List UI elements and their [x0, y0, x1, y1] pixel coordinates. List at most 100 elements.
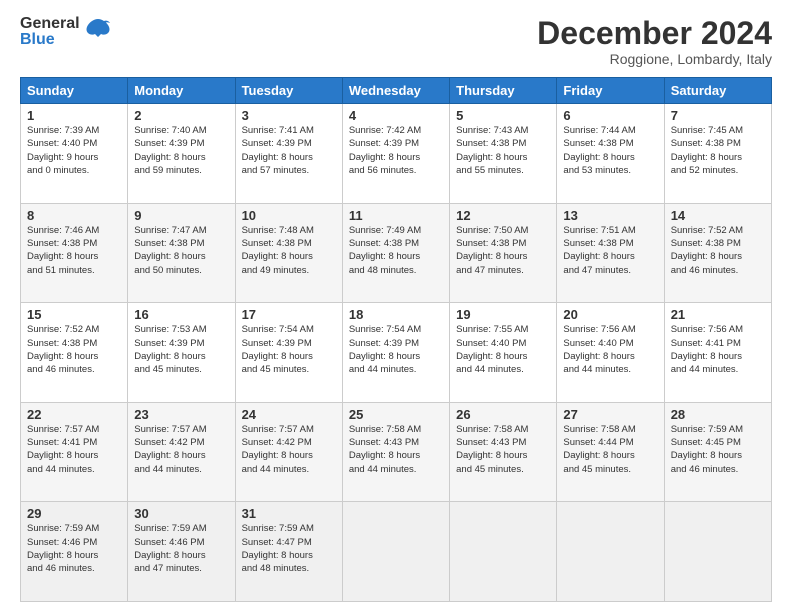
logo-text: General Blue [20, 16, 80, 48]
col-header-saturday: Saturday [664, 78, 771, 104]
day-info: Sunrise: 7:54 AMSunset: 4:39 PMDaylight:… [349, 323, 443, 376]
day-number: 12 [456, 208, 550, 223]
day-info: Sunrise: 7:56 AMSunset: 4:41 PMDaylight:… [671, 323, 765, 376]
day-info: Sunrise: 7:40 AMSunset: 4:39 PMDaylight:… [134, 124, 228, 177]
day-number: 24 [242, 407, 336, 422]
day-number: 21 [671, 307, 765, 322]
title-area: December 2024 Roggione, Lombardy, Italy [537, 16, 772, 67]
calendar-header-row: SundayMondayTuesdayWednesdayThursdayFrid… [21, 78, 772, 104]
week-row-4: 22Sunrise: 7:57 AMSunset: 4:41 PMDayligh… [21, 402, 772, 502]
location-title: Roggione, Lombardy, Italy [537, 51, 772, 67]
day-number: 17 [242, 307, 336, 322]
calendar-cell [342, 502, 449, 602]
day-info: Sunrise: 7:45 AMSunset: 4:38 PMDaylight:… [671, 124, 765, 177]
calendar-cell: 1Sunrise: 7:39 AMSunset: 4:40 PMDaylight… [21, 104, 128, 204]
day-number: 3 [242, 108, 336, 123]
calendar-cell: 13Sunrise: 7:51 AMSunset: 4:38 PMDayligh… [557, 203, 664, 303]
calendar-cell: 30Sunrise: 7:59 AMSunset: 4:46 PMDayligh… [128, 502, 235, 602]
day-info: Sunrise: 7:59 AMSunset: 4:46 PMDaylight:… [27, 522, 121, 575]
calendar-cell: 10Sunrise: 7:48 AMSunset: 4:38 PMDayligh… [235, 203, 342, 303]
day-number: 28 [671, 407, 765, 422]
day-number: 8 [27, 208, 121, 223]
day-info: Sunrise: 7:59 AMSunset: 4:45 PMDaylight:… [671, 423, 765, 476]
calendar-cell: 9Sunrise: 7:47 AMSunset: 4:38 PMDaylight… [128, 203, 235, 303]
calendar-cell: 22Sunrise: 7:57 AMSunset: 4:41 PMDayligh… [21, 402, 128, 502]
calendar-cell: 5Sunrise: 7:43 AMSunset: 4:38 PMDaylight… [450, 104, 557, 204]
calendar-cell [450, 502, 557, 602]
day-number: 23 [134, 407, 228, 422]
calendar-cell: 18Sunrise: 7:54 AMSunset: 4:39 PMDayligh… [342, 303, 449, 403]
day-number: 7 [671, 108, 765, 123]
day-number: 5 [456, 108, 550, 123]
calendar-cell [557, 502, 664, 602]
day-number: 30 [134, 506, 228, 521]
calendar-cell: 23Sunrise: 7:57 AMSunset: 4:42 PMDayligh… [128, 402, 235, 502]
calendar-cell: 8Sunrise: 7:46 AMSunset: 4:38 PMDaylight… [21, 203, 128, 303]
calendar-cell: 16Sunrise: 7:53 AMSunset: 4:39 PMDayligh… [128, 303, 235, 403]
calendar-cell: 11Sunrise: 7:49 AMSunset: 4:38 PMDayligh… [342, 203, 449, 303]
day-info: Sunrise: 7:48 AMSunset: 4:38 PMDaylight:… [242, 224, 336, 277]
day-number: 4 [349, 108, 443, 123]
day-info: Sunrise: 7:57 AMSunset: 4:41 PMDaylight:… [27, 423, 121, 476]
week-row-1: 1Sunrise: 7:39 AMSunset: 4:40 PMDaylight… [21, 104, 772, 204]
day-info: Sunrise: 7:51 AMSunset: 4:38 PMDaylight:… [563, 224, 657, 277]
day-number: 25 [349, 407, 443, 422]
day-number: 31 [242, 506, 336, 521]
day-number: 29 [27, 506, 121, 521]
day-info: Sunrise: 7:52 AMSunset: 4:38 PMDaylight:… [27, 323, 121, 376]
week-row-2: 8Sunrise: 7:46 AMSunset: 4:38 PMDaylight… [21, 203, 772, 303]
day-number: 10 [242, 208, 336, 223]
calendar-cell: 3Sunrise: 7:41 AMSunset: 4:39 PMDaylight… [235, 104, 342, 204]
day-number: 16 [134, 307, 228, 322]
calendar-cell: 19Sunrise: 7:55 AMSunset: 4:40 PMDayligh… [450, 303, 557, 403]
logo-bird-icon [84, 17, 112, 46]
day-number: 14 [671, 208, 765, 223]
day-info: Sunrise: 7:49 AMSunset: 4:38 PMDaylight:… [349, 224, 443, 277]
logo: General Blue [20, 16, 112, 48]
calendar-cell: 4Sunrise: 7:42 AMSunset: 4:39 PMDaylight… [342, 104, 449, 204]
calendar-cell: 15Sunrise: 7:52 AMSunset: 4:38 PMDayligh… [21, 303, 128, 403]
day-info: Sunrise: 7:43 AMSunset: 4:38 PMDaylight:… [456, 124, 550, 177]
day-number: 26 [456, 407, 550, 422]
day-info: Sunrise: 7:57 AMSunset: 4:42 PMDaylight:… [242, 423, 336, 476]
day-info: Sunrise: 7:56 AMSunset: 4:40 PMDaylight:… [563, 323, 657, 376]
calendar-cell: 24Sunrise: 7:57 AMSunset: 4:42 PMDayligh… [235, 402, 342, 502]
calendar-cell: 17Sunrise: 7:54 AMSunset: 4:39 PMDayligh… [235, 303, 342, 403]
calendar-cell: 6Sunrise: 7:44 AMSunset: 4:38 PMDaylight… [557, 104, 664, 204]
day-info: Sunrise: 7:59 AMSunset: 4:47 PMDaylight:… [242, 522, 336, 575]
day-number: 6 [563, 108, 657, 123]
day-info: Sunrise: 7:47 AMSunset: 4:38 PMDaylight:… [134, 224, 228, 277]
calendar-cell: 20Sunrise: 7:56 AMSunset: 4:40 PMDayligh… [557, 303, 664, 403]
day-info: Sunrise: 7:39 AMSunset: 4:40 PMDaylight:… [27, 124, 121, 177]
calendar-cell: 2Sunrise: 7:40 AMSunset: 4:39 PMDaylight… [128, 104, 235, 204]
day-number: 13 [563, 208, 657, 223]
col-header-wednesday: Wednesday [342, 78, 449, 104]
calendar-cell: 28Sunrise: 7:59 AMSunset: 4:45 PMDayligh… [664, 402, 771, 502]
page: General Blue December 2024 Roggione, Lom… [0, 0, 792, 612]
calendar-cell: 7Sunrise: 7:45 AMSunset: 4:38 PMDaylight… [664, 104, 771, 204]
day-info: Sunrise: 7:53 AMSunset: 4:39 PMDaylight:… [134, 323, 228, 376]
day-info: Sunrise: 7:42 AMSunset: 4:39 PMDaylight:… [349, 124, 443, 177]
day-number: 15 [27, 307, 121, 322]
col-header-sunday: Sunday [21, 78, 128, 104]
day-number: 19 [456, 307, 550, 322]
day-info: Sunrise: 7:58 AMSunset: 4:43 PMDaylight:… [456, 423, 550, 476]
day-number: 27 [563, 407, 657, 422]
day-number: 18 [349, 307, 443, 322]
calendar-cell: 25Sunrise: 7:58 AMSunset: 4:43 PMDayligh… [342, 402, 449, 502]
logo-general: General [20, 16, 80, 32]
calendar-cell: 31Sunrise: 7:59 AMSunset: 4:47 PMDayligh… [235, 502, 342, 602]
month-title: December 2024 [537, 16, 772, 51]
day-number: 1 [27, 108, 121, 123]
day-number: 9 [134, 208, 228, 223]
calendar-cell: 26Sunrise: 7:58 AMSunset: 4:43 PMDayligh… [450, 402, 557, 502]
calendar-cell: 29Sunrise: 7:59 AMSunset: 4:46 PMDayligh… [21, 502, 128, 602]
day-info: Sunrise: 7:59 AMSunset: 4:46 PMDaylight:… [134, 522, 228, 575]
logo-blue: Blue [20, 32, 80, 48]
col-header-monday: Monday [128, 78, 235, 104]
day-info: Sunrise: 7:52 AMSunset: 4:38 PMDaylight:… [671, 224, 765, 277]
day-number: 11 [349, 208, 443, 223]
calendar-cell: 14Sunrise: 7:52 AMSunset: 4:38 PMDayligh… [664, 203, 771, 303]
calendar-table: SundayMondayTuesdayWednesdayThursdayFrid… [20, 77, 772, 602]
calendar-cell: 21Sunrise: 7:56 AMSunset: 4:41 PMDayligh… [664, 303, 771, 403]
